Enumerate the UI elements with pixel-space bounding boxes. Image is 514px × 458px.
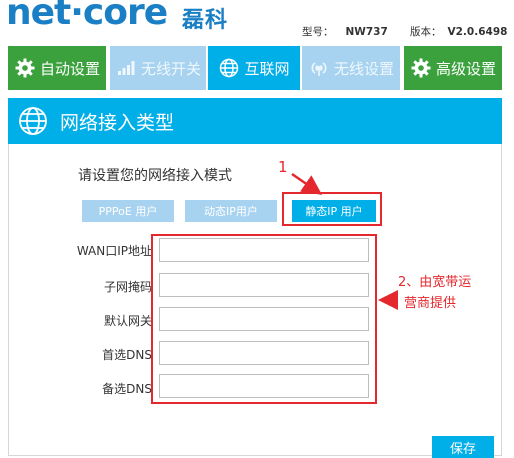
- save-button[interactable]: 保存: [432, 436, 494, 458]
- mode-prompt: 请设置您的网络接入模式: [78, 168, 232, 184]
- header: net·core 磊科 型号： NW737 版本： V2.0.6498: [0, 0, 514, 42]
- model-label: 型号：: [302, 26, 334, 38]
- tab-auto-setup[interactable]: 自动设置: [8, 46, 106, 90]
- globe-icon: [218, 57, 240, 79]
- tab-label: 高级设置: [435, 59, 496, 78]
- globe-icon: [18, 106, 48, 136]
- model-info: 型号： NW737: [302, 24, 388, 39]
- subnet-mask-label: 子网掩码: [103, 280, 152, 294]
- pppoe-mode-button[interactable]: PPPoE 用户: [82, 200, 174, 222]
- version-value: V2.0.6498: [447, 26, 508, 38]
- tab-internet[interactable]: 互联网: [208, 46, 300, 90]
- tab-label: 互联网: [244, 59, 290, 78]
- tab-label: 无线设置: [333, 59, 394, 78]
- model-value: NW737: [345, 26, 388, 38]
- tab-label: 无线开关: [140, 59, 201, 78]
- tab-wireless-switch[interactable]: 无线开关: [110, 46, 206, 90]
- wan-ip-label: WAN口IP地址: [76, 244, 152, 258]
- main-nav: 自动设置 无线开关 互联网 无线设置 高级设置: [0, 42, 514, 92]
- brand-logo: net·core: [6, 0, 168, 33]
- tab-label: 自动设置: [39, 59, 100, 78]
- default-gateway-label: 默认网关: [103, 314, 152, 328]
- primary-dns-label: 首选DNS: [102, 348, 152, 362]
- annotation-highlight-fields: [151, 234, 377, 404]
- tab-wireless-settings[interactable]: 无线设置: [302, 46, 400, 90]
- secondary-dns-label: 备选DNS: [102, 382, 152, 396]
- tab-advanced-settings[interactable]: 高级设置: [404, 46, 502, 90]
- gear-icon: [14, 57, 36, 79]
- panel-header: 网络接入类型: [8, 98, 502, 144]
- gear-icon: [410, 57, 432, 79]
- panel-title: 网络接入类型: [60, 111, 175, 134]
- dynamic-ip-mode-button[interactable]: 动态IP用户: [185, 200, 277, 222]
- version-label: 版本：: [410, 26, 442, 38]
- signal-bars-icon: [115, 57, 137, 79]
- annotation-highlight-static-ip: [282, 192, 382, 226]
- annotation-step-2-line1: 2、由宽带运: [398, 275, 472, 290]
- annotation-step-2-line2: 营商提供: [404, 296, 457, 311]
- wifi-icon: [308, 57, 330, 79]
- annotation-step-1: 1: [278, 158, 288, 176]
- brand-logo-cn: 磊科: [182, 8, 229, 33]
- version-info: 版本： V2.0.6498: [410, 24, 507, 39]
